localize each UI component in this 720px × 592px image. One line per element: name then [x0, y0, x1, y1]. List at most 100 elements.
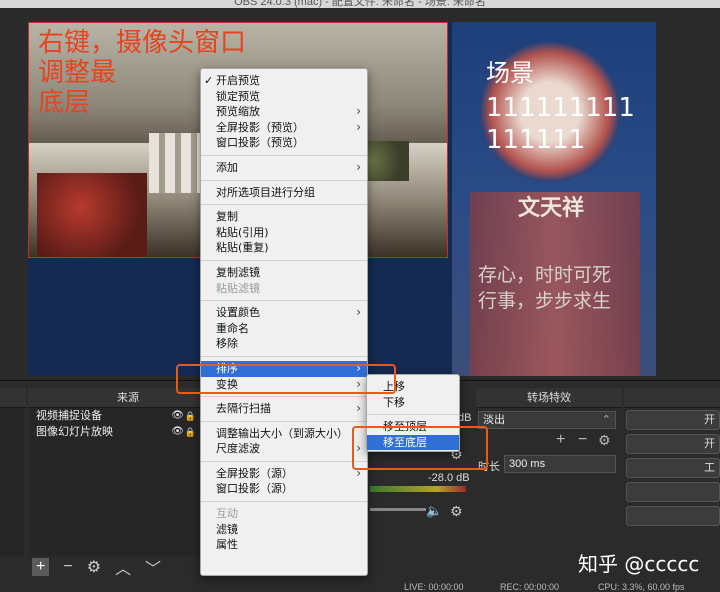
- menu-item-label: 复制滤镜: [216, 265, 260, 279]
- context-menu-item[interactable]: 窗口投影（预览）: [201, 135, 367, 151]
- menu-item-label: 下移: [383, 395, 405, 409]
- context-menu-item[interactable]: 全屏投影（预览） ›: [201, 120, 367, 136]
- menu-separator: [201, 259, 367, 261]
- volume-meter: [370, 486, 466, 492]
- menu-item-label: 设置颜色: [216, 306, 260, 320]
- menu-item-label: 复制: [216, 210, 238, 224]
- window-title: OBS 24.0.3 (mac) - 配置文件: 未命名 - 场景: 未命名: [234, 0, 486, 8]
- menu-item-label: 窗口投影（源）: [216, 482, 293, 496]
- menu-item-label: 锁定预览: [216, 89, 260, 103]
- exit-button[interactable]: [626, 506, 720, 526]
- menu-item-label: 调整输出大小（到源大小）: [216, 426, 348, 440]
- context-menu-item[interactable]: 全屏投影（源） ›: [201, 466, 367, 482]
- mixer-gear-icon[interactable]: ⚙: [450, 503, 463, 520]
- context-menu-item: 粘贴滤镜: [201, 281, 367, 297]
- scenes-panel[interactable]: [0, 408, 24, 556]
- select-arrow-icon: ⌃: [601, 414, 611, 426]
- add-source-button[interactable]: +: [32, 558, 50, 576]
- sources-dock-title: 来源: [117, 392, 139, 404]
- slideshow-source[interactable]: 场景 111111111111111 文天祥 存心，时时可死 行事，步步求生: [452, 22, 656, 376]
- transition-selected: 淡出: [483, 414, 505, 426]
- source-item-slideshow[interactable]: 图像幻灯片放映 👁 🔒: [30, 424, 200, 440]
- move-down-item[interactable]: 下移: [367, 395, 459, 411]
- context-menu-item[interactable]: 锁定预览: [201, 89, 367, 105]
- menu-item-label: 属性: [216, 538, 238, 552]
- menu-item-label: 预览缩放: [216, 105, 260, 119]
- menu-separator: [201, 355, 367, 357]
- context-menu-item[interactable]: 添加 ›: [201, 160, 367, 176]
- slide-line-1: 存心，时时可死: [478, 264, 612, 286]
- context-menu-item[interactable]: 移除: [201, 336, 367, 352]
- context-menu-item[interactable]: ✓ 开启预览: [201, 73, 367, 89]
- mute-speaker-icon[interactable]: 🔈: [426, 503, 442, 519]
- menu-item-label: 互动: [216, 507, 238, 521]
- menu-separator: [201, 396, 367, 398]
- add-transition-button[interactable]: +: [556, 431, 565, 449]
- context-menu-item[interactable]: 复制滤镜: [201, 265, 367, 281]
- context-menu-item[interactable]: 粘贴(重复): [201, 240, 367, 256]
- transition-gear-icon[interactable]: ⚙: [598, 432, 611, 449]
- settings-button[interactable]: [626, 482, 720, 502]
- studio-mode-button[interactable]: 工: [626, 458, 720, 478]
- source-item-label: 图像幻灯片放映: [36, 426, 113, 438]
- transitions-dock-header: 转场特效: [476, 388, 622, 408]
- context-menu-item[interactable]: 滤镜: [201, 522, 367, 538]
- transition-select[interactable]: 淡出 ⌃: [478, 411, 616, 429]
- start-recording-button[interactable]: 开: [626, 434, 720, 454]
- remove-transition-button[interactable]: −: [578, 431, 587, 449]
- context-menu-item[interactable]: 复制: [201, 209, 367, 225]
- context-menu-item[interactable]: 重命名: [201, 321, 367, 337]
- context-menu-item[interactable]: 粘贴(引用): [201, 225, 367, 241]
- sources-list[interactable]: 视频捕捉设备 👁 🔒 图像幻灯片放映 👁 🔒: [30, 408, 200, 556]
- menu-separator: [201, 300, 367, 302]
- source-item-label: 视频捕捉设备: [36, 410, 102, 422]
- context-menu-item[interactable]: 尺度滤波 ›: [201, 441, 367, 457]
- duration-input[interactable]: 300 ms: [504, 455, 616, 473]
- menu-item-label: 重命名: [216, 321, 249, 335]
- camera-cloth: [37, 173, 147, 257]
- context-menu-item[interactable]: 设置颜色 ›: [201, 305, 367, 321]
- start-streaming-button[interactable]: 开: [626, 410, 720, 430]
- volume-slider[interactable]: [370, 508, 426, 511]
- menu-item-label: 移除: [216, 337, 238, 351]
- context-menu-item[interactable]: 属性: [201, 537, 367, 553]
- gear-icon[interactable]: ⚙: [87, 557, 101, 577]
- visibility-eye-icon[interactable]: 👁: [171, 424, 184, 440]
- menu-item-label: 去隔行扫描: [216, 402, 271, 416]
- menu-separator: [201, 154, 367, 156]
- status-cpu: CPU: 3.3%, 60.00 fps: [598, 582, 685, 592]
- submenu-arrow-icon: ›: [356, 104, 361, 119]
- submenu-arrow-icon: ›: [356, 159, 361, 174]
- context-menu[interactable]: ✓ 开启预览 锁定预览 预览缩放 › 全屏投影（预览） › 窗口投影（预览） 添加 › 对所选项目进…: [200, 68, 368, 576]
- scenes-dock-header: [0, 388, 26, 408]
- context-menu-item[interactable]: 调整输出大小（到源大小）: [201, 426, 367, 442]
- menu-item-label: 粘贴(引用): [216, 225, 269, 239]
- visibility-eye-icon[interactable]: 👁: [171, 408, 184, 424]
- context-menu-item[interactable]: 窗口投影（源）: [201, 481, 367, 497]
- duration-value: 300 ms: [509, 458, 546, 470]
- menu-item-label: 开启预览: [216, 74, 260, 87]
- menu-separator: [201, 460, 367, 462]
- annotation-box-order: [176, 364, 396, 394]
- context-menu-item[interactable]: 对所选项目进行分组: [201, 185, 367, 201]
- remove-source-button[interactable]: −: [63, 558, 72, 576]
- lock-icon[interactable]: 🔒: [185, 424, 196, 440]
- menu-item-label: 粘贴(重复): [216, 241, 269, 255]
- submenu-arrow-icon: ›: [356, 401, 361, 416]
- status-bar: LIVE: 00:00:00 REC: 00:00:00 CPU: 3.3%, …: [0, 582, 720, 592]
- checkmark-icon: ✓: [204, 74, 214, 87]
- context-menu-item[interactable]: 去隔行扫描 ›: [201, 401, 367, 417]
- status-live: LIVE: 00:00:00: [404, 582, 464, 592]
- source-item-camera[interactable]: 视频捕捉设备 👁 🔒: [30, 408, 200, 424]
- chevron-up-icon[interactable]: ︿: [115, 555, 131, 579]
- watermark: 知乎 @ccccc: [578, 552, 700, 576]
- context-menu-item[interactable]: 预览缩放 ›: [201, 104, 367, 120]
- menu-item-label: 尺度滤波: [216, 442, 260, 456]
- slide-person-name: 文天祥: [518, 195, 585, 221]
- lock-icon[interactable]: 🔒: [185, 408, 196, 424]
- transitions-dock-title: 转场特效: [527, 392, 571, 404]
- mixer-db-top: dB: [458, 412, 472, 424]
- menu-item-label: 滤镜: [216, 522, 238, 536]
- menu-separator: [201, 501, 367, 503]
- chevron-down-icon[interactable]: ﹀: [145, 555, 161, 579]
